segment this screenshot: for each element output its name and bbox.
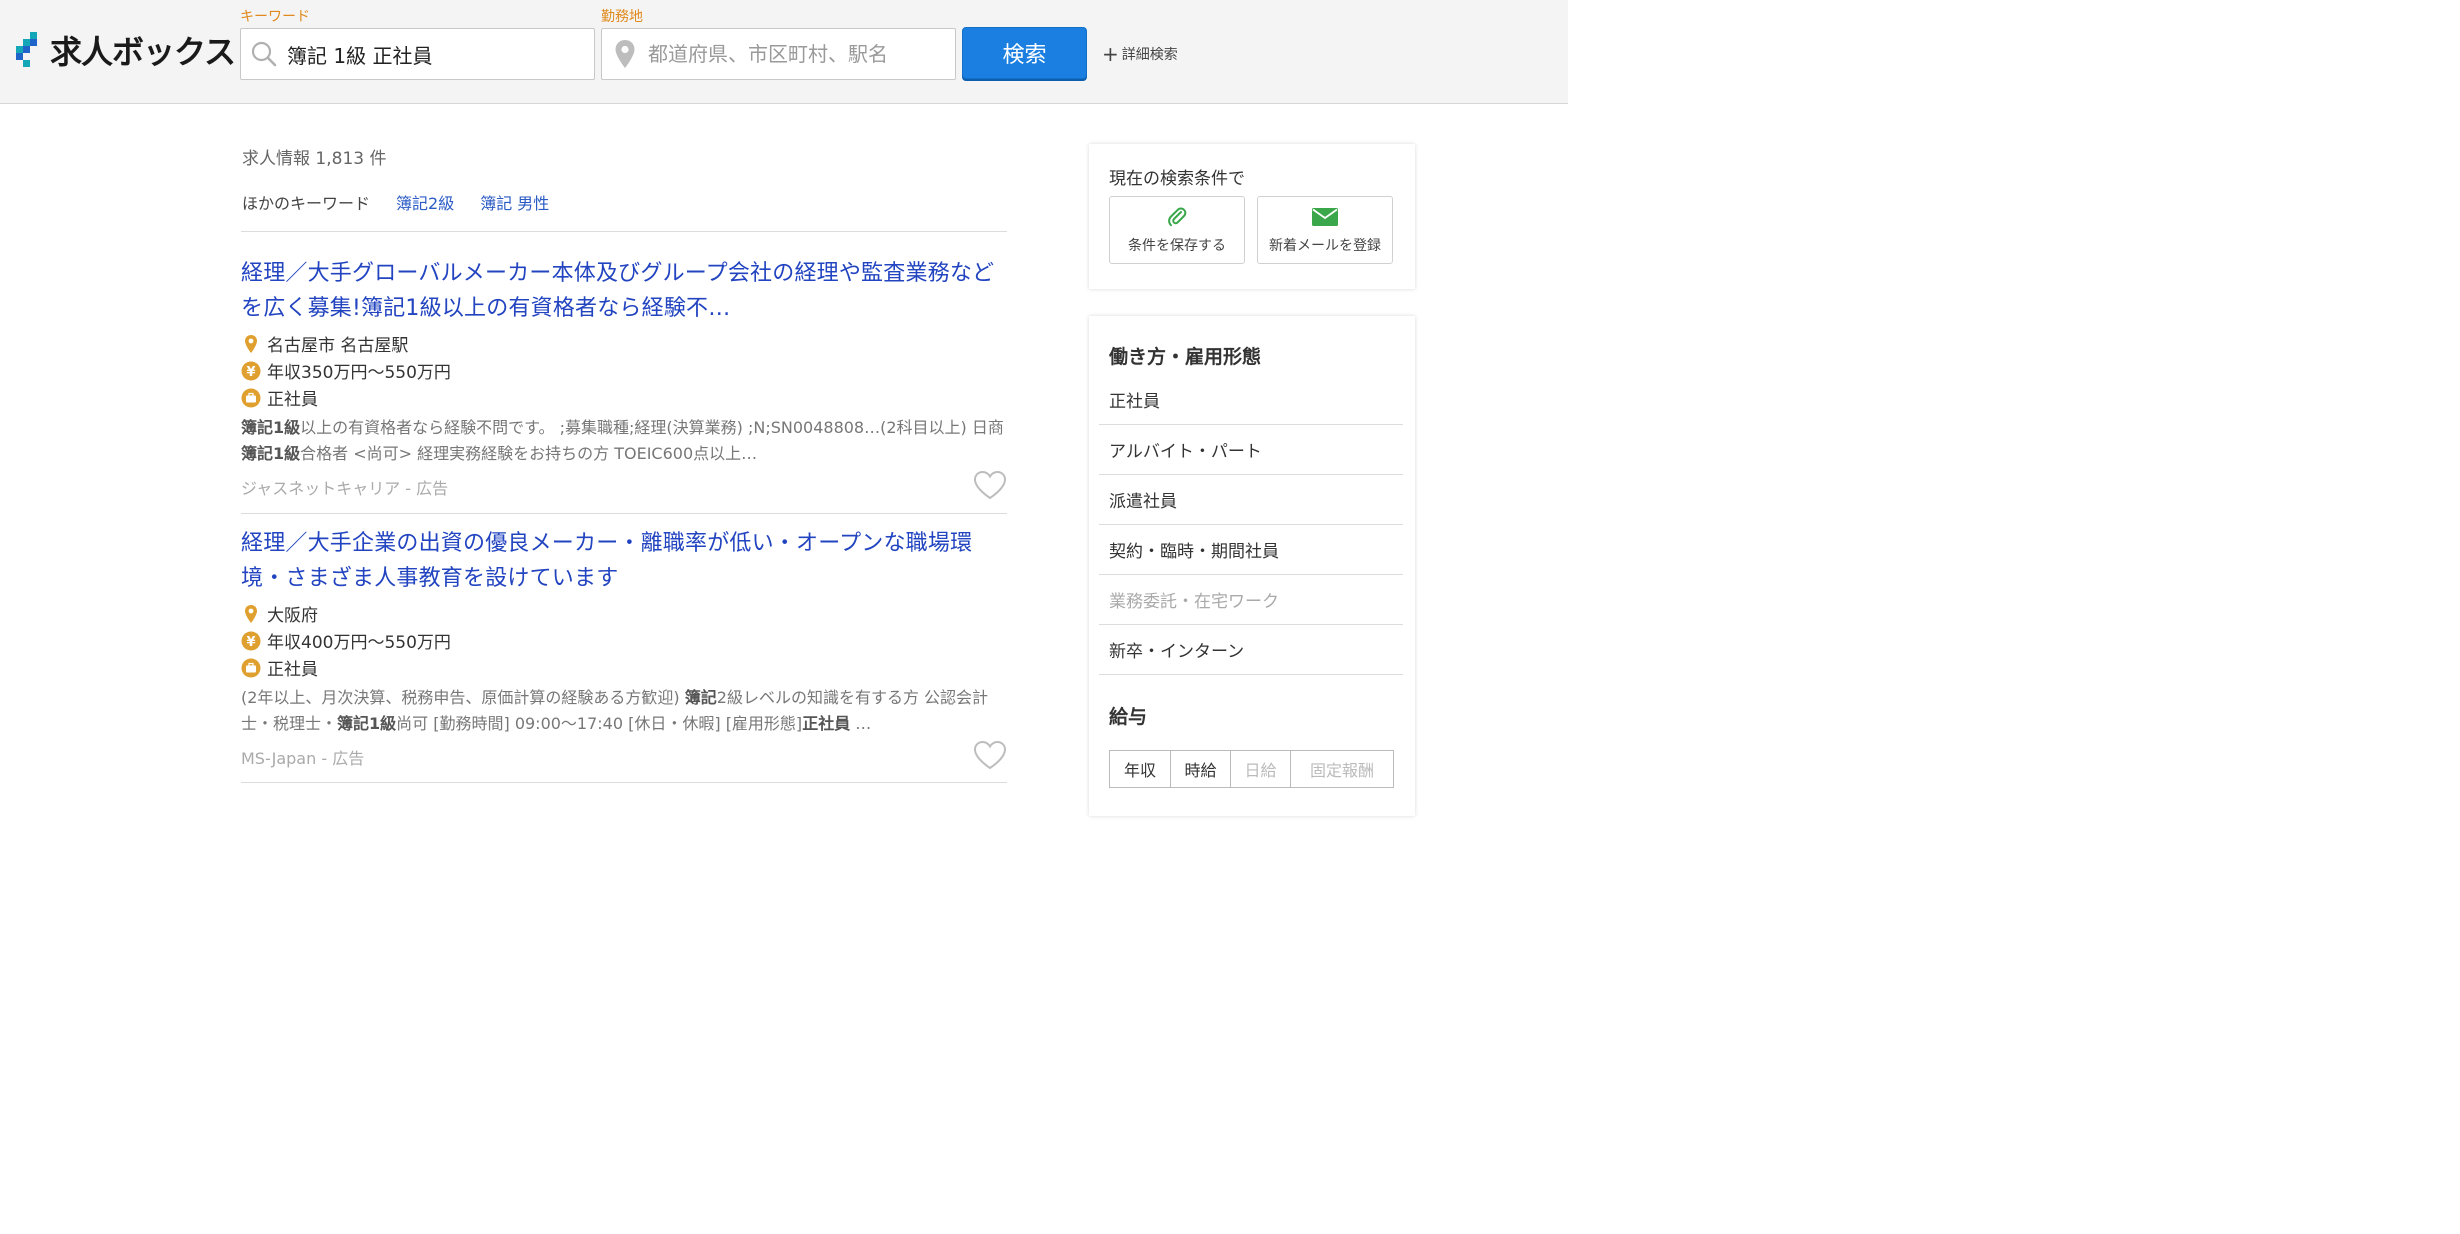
snippet-text: … bbox=[850, 714, 872, 733]
plus-icon: + bbox=[1102, 42, 1119, 66]
briefcase-icon bbox=[241, 388, 261, 408]
snippet-text: 尚可 [勤務時間] 09:00〜17:40 [休日・休暇] [雇用形態] bbox=[396, 714, 803, 733]
snippet-highlight: 簿記1級 bbox=[337, 714, 397, 733]
divider bbox=[241, 513, 1007, 514]
job-title-link[interactable]: 経理／大手グローバルメーカー本体及びグループ会社の経理や監査業務などを広く募集!… bbox=[241, 256, 1007, 326]
other-keywords: ほかのキーワード 簿記2級 簿記 男性 bbox=[242, 190, 549, 214]
save-conditions-button[interactable]: 条件を保存する bbox=[1109, 196, 1245, 264]
site-logo[interactable]: 求人ボックス bbox=[16, 30, 236, 71]
salary-tab-annual[interactable]: 年収 bbox=[1110, 751, 1171, 787]
snippet-highlight: 簿記 bbox=[684, 688, 717, 707]
favorite-heart-icon[interactable] bbox=[973, 470, 1007, 500]
job-employment: 正社員 bbox=[241, 384, 1007, 411]
job-card: 経理／大手グローバルメーカー本体及びグループ会社の経理や監査業務などを広く募集!… bbox=[241, 256, 1007, 500]
job-salary: ¥ 年収400万円〜550万円 bbox=[241, 627, 1007, 654]
employment-filter-fulltime[interactable]: 正社員 bbox=[1099, 375, 1403, 425]
location-label: 勤務地 bbox=[601, 9, 643, 25]
job-source: ジャスネットキャリア - 広告 bbox=[241, 479, 449, 498]
location-input[interactable] bbox=[648, 42, 955, 66]
job-location-text: 大阪府 bbox=[267, 606, 318, 626]
keyword-label: キーワード bbox=[240, 9, 310, 25]
salary-title: 給与 bbox=[1109, 706, 1148, 728]
location-pin-icon bbox=[602, 28, 648, 80]
employment-filter-parttime[interactable]: アルバイト・パート bbox=[1099, 425, 1403, 475]
paperclip-icon bbox=[1166, 205, 1188, 229]
save-conditions-label: 条件を保存する bbox=[1128, 238, 1226, 254]
job-employment: 正社員 bbox=[241, 654, 1007, 681]
employment-filter-dispatch[interactable]: 派遣社員 bbox=[1099, 475, 1403, 525]
location-pin-icon bbox=[241, 604, 261, 624]
svg-text:¥: ¥ bbox=[246, 635, 255, 650]
logo-mark-icon bbox=[16, 32, 44, 68]
job-salary-text: 年収350万円〜550万円 bbox=[267, 363, 451, 383]
snippet-highlight: 正社員 bbox=[802, 714, 851, 733]
job-location: 大阪府 bbox=[241, 600, 1007, 627]
keyword-input[interactable] bbox=[287, 42, 594, 66]
job-title-link[interactable]: 経理／大手企業の出資の優良メーカー・離職率が低い・オープンな職場環境・さまざま人… bbox=[241, 526, 1007, 596]
advanced-search-label: 詳細検索 bbox=[1121, 47, 1178, 63]
salary-tab-daily: 日給 bbox=[1231, 751, 1291, 787]
register-mail-label: 新着メールを登録 bbox=[1269, 238, 1381, 254]
job-snippet: (2年以上、月次決算、税務申告、原価計算の経験ある方歓迎) 簿記2級レベルの知識… bbox=[241, 685, 1007, 737]
salary-tab-hourly[interactable]: 時給 bbox=[1171, 751, 1231, 787]
advanced-search-link[interactable]: + 詳細検索 bbox=[1102, 44, 1178, 64]
employment-filter-freelance: 業務委託・在宅ワーク bbox=[1099, 575, 1403, 625]
snippet-highlight: 簿記1級 bbox=[241, 418, 301, 437]
other-keywords-label: ほかのキーワード bbox=[242, 194, 371, 213]
divider bbox=[241, 782, 1007, 783]
svg-text:¥: ¥ bbox=[246, 365, 255, 380]
location-box[interactable] bbox=[601, 28, 956, 80]
conditions-title: 現在の検索条件で bbox=[1109, 169, 1245, 189]
keyword-box[interactable] bbox=[240, 28, 595, 80]
job-location: 名古屋市 名古屋駅 bbox=[241, 330, 1007, 357]
divider bbox=[241, 231, 1007, 232]
snippet-text: 以上の有資格者なら経験不問です。 ;募集職種;経理(決算業務) ;N;SN004… bbox=[300, 418, 1004, 437]
search-icon bbox=[241, 28, 287, 80]
register-mail-button[interactable]: 新着メールを登録 bbox=[1257, 196, 1393, 264]
snippet-highlight: 簿記1級 bbox=[241, 444, 301, 463]
search-button[interactable]: 検索 bbox=[962, 27, 1087, 79]
filter-panel: 働き方・雇用形態 正社員 アルバイト・パート 派遣社員 契約・臨時・期間社員 業… bbox=[1089, 316, 1415, 816]
employment-type-title: 働き方・雇用形態 bbox=[1109, 346, 1262, 368]
favorite-heart-icon[interactable] bbox=[973, 740, 1007, 770]
salary-tab-fixed: 固定報酬 bbox=[1309, 761, 1374, 780]
salary-type-tabs: 年収 時給 日給 固定報酬 bbox=[1109, 750, 1394, 788]
other-keyword-link[interactable]: 簿記 男性 bbox=[480, 190, 549, 214]
job-salary-text: 年収400万円〜550万円 bbox=[267, 633, 451, 653]
job-snippet: 簿記1級以上の有資格者なら経験不問です。 ;募集職種;経理(決算業務) ;N;S… bbox=[241, 415, 1007, 467]
save-conditions-panel: 現在の検索条件で 条件を保存する 新着メールを登録 bbox=[1089, 144, 1415, 289]
job-location-text: 名古屋市 名古屋駅 bbox=[267, 336, 409, 356]
yen-icon: ¥ bbox=[241, 631, 261, 651]
employment-filter-newgrad[interactable]: 新卒・インターン bbox=[1099, 625, 1403, 675]
snippet-text: 合格者 <尚可> 経理実務経験をお持ちの方 TOEIC600点以上… bbox=[300, 444, 758, 463]
snippet-text: (2年以上、月次決算、税務申告、原価計算の経験ある方歓迎) bbox=[241, 688, 685, 707]
yen-icon: ¥ bbox=[241, 361, 261, 381]
logo-text: 求人ボックス bbox=[50, 33, 236, 71]
result-count: 求人情報 1,813 件 bbox=[242, 149, 387, 169]
mail-icon bbox=[1312, 205, 1338, 229]
site-header: 求人ボックス キーワード 勤務地 検索 + 詳細検索 bbox=[0, 0, 1568, 104]
job-salary: ¥ 年収350万円〜550万円 bbox=[241, 357, 1007, 384]
briefcase-icon bbox=[241, 658, 261, 678]
other-keyword-link[interactable]: 簿記2級 bbox=[396, 190, 454, 214]
location-pin-icon bbox=[241, 334, 261, 354]
job-source: MS-Japan - 広告 bbox=[241, 749, 365, 768]
job-employment-text: 正社員 bbox=[267, 660, 318, 680]
employment-filter-contract[interactable]: 契約・臨時・期間社員 bbox=[1099, 525, 1403, 575]
job-card: 経理／大手企業の出資の優良メーカー・離職率が低い・オープンな職場環境・さまざま人… bbox=[241, 526, 1007, 770]
job-employment-text: 正社員 bbox=[267, 390, 318, 410]
